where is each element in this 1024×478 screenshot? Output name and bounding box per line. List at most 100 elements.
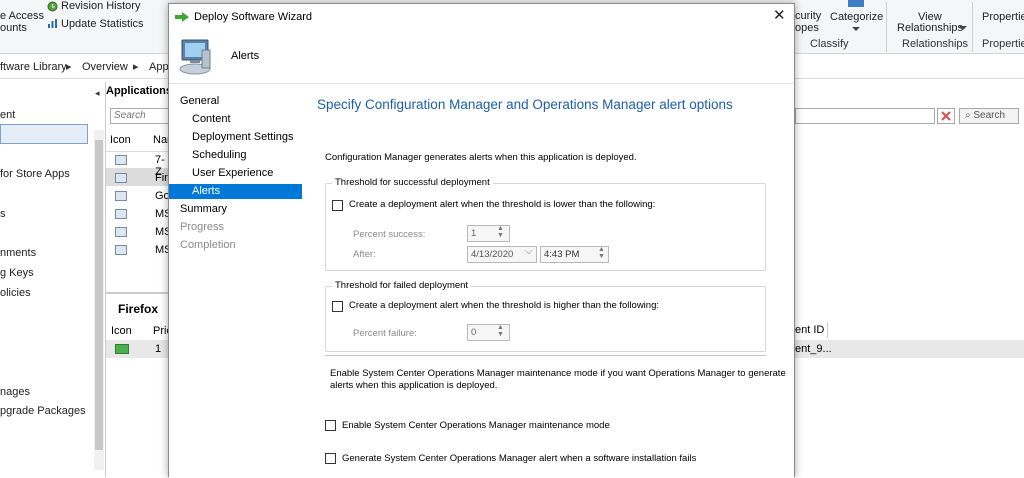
collapse-icon[interactable]: ◂ <box>95 88 100 99</box>
step-deployment-settings[interactable]: Deployment Settings <box>192 131 294 143</box>
pane-splitter[interactable] <box>106 292 170 294</box>
page-heading: Specify Configuration Manager and Operat… <box>317 97 733 112</box>
percent-success-value: 1 <box>471 228 477 239</box>
ribbon-divider <box>972 2 973 52</box>
after-label: After: <box>353 249 376 260</box>
chevron-down-icon <box>852 27 860 31</box>
categorize-icon <box>848 0 864 7</box>
percent-failure-value: 0 <box>471 327 477 338</box>
search-input[interactable]: Search <box>110 108 170 124</box>
percent-failure-spinner[interactable]: ▲ ▼ <box>497 324 504 338</box>
nav-item-store-apps[interactable]: for Store Apps <box>0 168 70 180</box>
column-deployment-id[interactable]: ent ID <box>795 322 828 338</box>
breadcrumb-software-library[interactable]: ftware Library <box>0 61 67 73</box>
deployment-id-value: ent_9... <box>795 343 832 355</box>
group-relationships: Relationships <box>902 38 969 50</box>
search-button[interactable]: ⌕ Search <box>959 108 1019 124</box>
nav-item-policies[interactable]: olicies <box>0 287 31 299</box>
step-scheduling[interactable]: Scheduling <box>192 149 246 161</box>
wizard-steps: General Content Deployment Settings Sche… <box>169 84 302 478</box>
close-icon[interactable]: ✕ <box>773 6 786 24</box>
nav-item-selected[interactable] <box>0 124 88 144</box>
breadcrumb-separator-icon: ▸ <box>133 61 139 73</box>
maintenance-mode-checkbox[interactable] <box>325 420 336 431</box>
success-alert-label: Create a deployment alert when the thres… <box>349 199 656 210</box>
ribbon-item-accounts[interactable]: ounts <box>0 22 27 34</box>
search-input-extension[interactable] <box>795 108 935 124</box>
failed-threshold-legend: Threshold for failed deployment <box>332 280 472 291</box>
update-statistics-icon <box>47 18 58 29</box>
success-alert-checkbox[interactable] <box>332 200 343 211</box>
nav-item[interactable]: ent <box>0 109 15 121</box>
search-icon: ⌕ <box>965 110 971 121</box>
nav-item-images[interactable]: nages <box>0 386 30 398</box>
percent-success-spinner[interactable]: ▲ ▼ <box>497 225 504 239</box>
wizard-page-name: Alerts <box>231 50 260 62</box>
chevron-down-icon[interactable]: ⌵ <box>525 246 533 257</box>
chevron-down-icon <box>959 26 967 30</box>
application-icon <box>115 245 127 255</box>
time-spinner[interactable]: ▲ ▼ <box>598 246 605 260</box>
security-scopes-label-1[interactable]: curity <box>795 10 821 22</box>
categorize-button[interactable]: Categorize <box>830 11 883 23</box>
step-content[interactable]: Content <box>192 113 231 125</box>
nav-item-keys[interactable]: g Keys <box>0 267 34 279</box>
view-relationships-button[interactable]: Relationships <box>897 22 963 34</box>
revision-history-button[interactable]: Revision History <box>61 0 140 12</box>
intro-text: Configuration Manager generates alerts w… <box>325 152 637 163</box>
percent-success-label: Percent success: <box>353 229 426 240</box>
step-alerts[interactable]: Alerts <box>192 185 220 197</box>
date-value: 4/13/2020 <box>471 249 514 260</box>
step-summary[interactable]: Summary <box>180 203 227 215</box>
column-icon[interactable]: Icon <box>111 325 132 337</box>
wizard-content: Specify Configuration Manager and Operat… <box>302 84 794 478</box>
maintenance-mode-label: Enable System Center Operations Manager … <box>342 420 610 431</box>
time-value: 4:43 PM <box>544 249 580 260</box>
scom-note-line-2: alerts when this application is deployed… <box>330 380 498 391</box>
computer-icon <box>178 38 214 76</box>
failed-threshold-group <box>325 286 766 352</box>
breadcrumb-overview[interactable]: Overview <box>82 61 128 73</box>
breadcrumb-applications[interactable]: App <box>149 61 169 73</box>
application-icon <box>115 227 127 237</box>
scom-note-line-1: Enable System Center Operations Manager … <box>330 368 786 379</box>
application-icon <box>115 155 127 165</box>
failed-alert-label: Create a deployment alert when the thres… <box>349 300 659 311</box>
group-properties: Properties <box>982 38 1024 50</box>
nav-item-environments[interactable]: nments <box>0 247 36 259</box>
step-user-experience[interactable]: User Experience <box>192 167 273 179</box>
properties-button[interactable]: Properties <box>982 11 1024 23</box>
wizard-arrow-icon <box>175 12 189 22</box>
navigation-pane: ◂ ent for Store Apps s nments g Keys oli… <box>0 82 106 477</box>
wizard-title: Deploy Software Wizard <box>194 11 312 23</box>
ribbon-item-access[interactable]: e Access <box>0 10 44 22</box>
scrollbar[interactable] <box>94 130 104 470</box>
details-title: Firefox <box>118 302 159 316</box>
scrollbar-thumb[interactable] <box>95 140 103 450</box>
scom-alert-checkbox[interactable] <box>325 453 336 464</box>
update-statistics-button[interactable]: Update Statistics <box>61 18 144 30</box>
nav-item-upgrade-packages[interactable]: pgrade Packages <box>0 405 86 417</box>
column-icon[interactable]: Icon <box>110 134 131 146</box>
wizard-header: Deploy Software Wizard ✕ Alerts <box>169 4 794 84</box>
breadcrumb-separator-icon: ▸ <box>66 61 72 73</box>
step-completion: Completion <box>180 239 236 251</box>
failed-alert-checkbox[interactable] <box>332 301 343 312</box>
priority-value: 1 <box>155 343 162 355</box>
percent-failure-label: Percent failure: <box>353 328 417 339</box>
revision-history-icon <box>47 1 58 12</box>
nav-item[interactable]: s <box>0 208 6 220</box>
step-progress: Progress <box>180 221 225 233</box>
security-scopes-label-2[interactable]: opes <box>795 22 819 34</box>
scom-alert-label: Generate System Center Operations Manage… <box>342 453 697 464</box>
section-divider <box>325 355 766 356</box>
step-general[interactable]: General <box>180 95 219 107</box>
step-alerts-highlight[interactable] <box>169 184 302 199</box>
applications-title: Applications <box>106 85 173 97</box>
success-threshold-legend: Threshold for successful deployment <box>332 177 493 188</box>
group-classify: Classify <box>810 38 849 50</box>
application-icon <box>115 173 127 183</box>
deploy-software-wizard: Deploy Software Wizard ✕ Alerts General … <box>168 3 795 478</box>
applications-pane: Applications Search Icon Nan 7-Z Fire Go… <box>106 82 174 477</box>
clear-search-icon[interactable] <box>937 108 955 124</box>
